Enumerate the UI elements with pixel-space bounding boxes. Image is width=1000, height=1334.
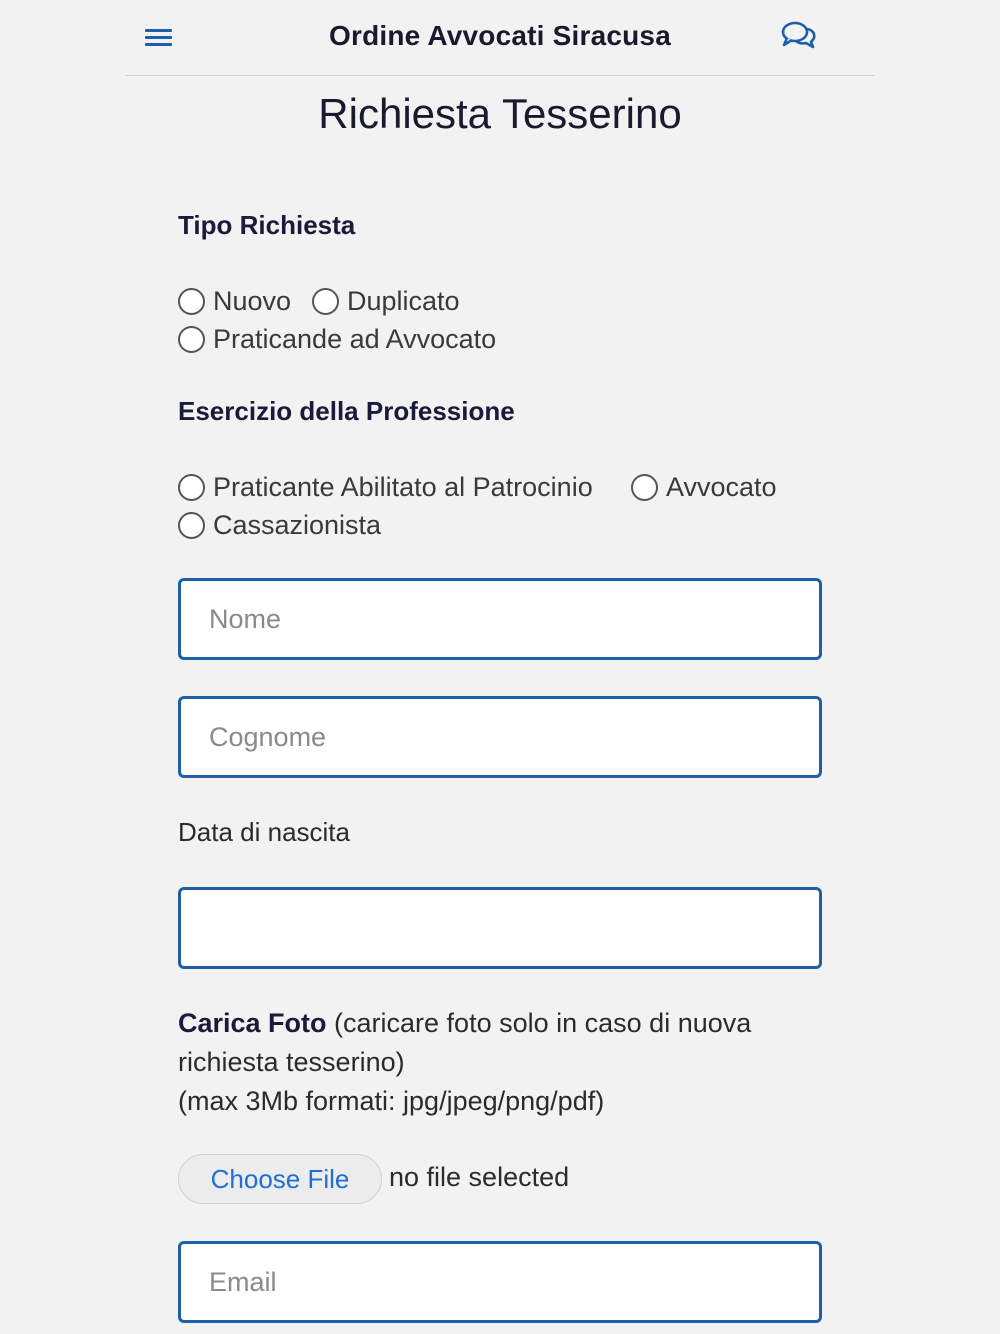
data-nascita-input[interactable] (178, 887, 822, 969)
radio-circle[interactable] (178, 288, 205, 315)
radio-circle[interactable] (178, 512, 205, 539)
radio-avvocato[interactable]: Avvocato (631, 472, 777, 503)
email-input[interactable] (178, 1241, 822, 1323)
tipo-richiesta-label: Tipo Richiesta (178, 210, 356, 240)
upload-instructions: Carica Foto (caricare foto solo in caso … (178, 1004, 818, 1121)
radio-label: Praticande ad Avvocato (213, 324, 497, 354)
choose-file-button[interactable]: Choose File (178, 1154, 382, 1204)
radio-duplicato[interactable]: Duplicato (312, 286, 460, 317)
page-title: Richiesta Tesserino (318, 90, 682, 137)
app-header: Ordine Avvocati Siracusa (125, 0, 875, 76)
data-nascita-label: Data di nascita (178, 817, 350, 847)
page: Ordine Avvocati Siracusa Richiesta Tesse… (0, 0, 1000, 1334)
upload-note: (max 3Mb formati: jpg/jpeg/png/pdf) (178, 1086, 605, 1116)
radio-praticante-abilitato[interactable]: Praticante Abilitato al Patrocinio (178, 472, 593, 503)
radio-label: Duplicato (347, 286, 460, 316)
chat-bubbles-icon[interactable] (780, 20, 818, 52)
nome-input[interactable] (178, 578, 822, 660)
radio-label: Avvocato (666, 472, 777, 502)
radio-cassazionista[interactable]: Cassazionista (178, 510, 381, 541)
radio-nuovo[interactable]: Nuovo (178, 286, 291, 317)
file-status: no file selected (389, 1162, 570, 1192)
upload-label-bold: Carica Foto (178, 1008, 327, 1038)
radio-circle[interactable] (312, 288, 339, 315)
radio-label: Praticante Abilitato al Patrocinio (213, 472, 593, 502)
radio-circle[interactable] (631, 474, 658, 501)
esercizio-label: Esercizio della Professione (178, 396, 515, 426)
radio-label: Cassazionista (213, 510, 382, 540)
radio-circle[interactable] (178, 474, 205, 501)
app-title: Ordine Avvocati Siracusa (329, 20, 671, 51)
radio-praticande-ad-avvocato[interactable]: Praticande ad Avvocato (178, 324, 496, 355)
radio-label: Nuovo (213, 286, 292, 316)
radio-circle[interactable] (178, 326, 205, 353)
cognome-input[interactable] (178, 696, 822, 778)
